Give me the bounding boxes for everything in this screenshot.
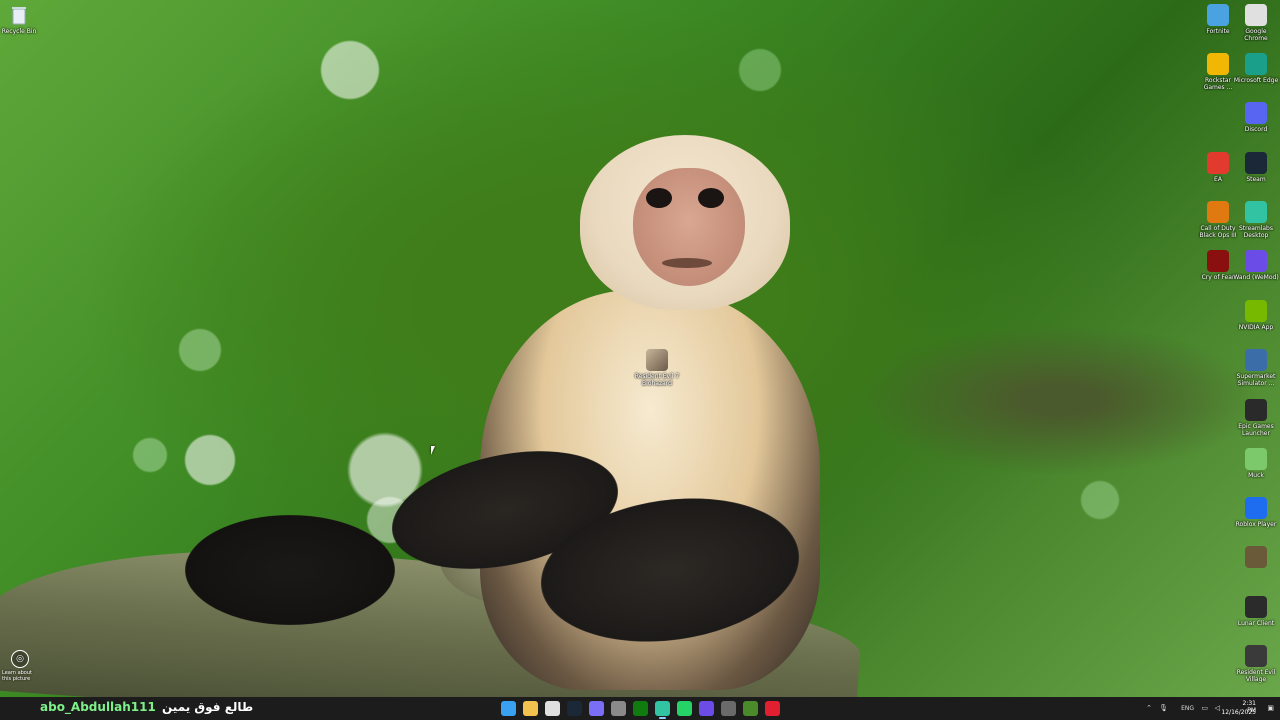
learn-about-picture-button[interactable]: ◎ Learn about this picture — [2, 650, 38, 682]
desktop-icon-label: Rockstar Games ... — [1203, 77, 1233, 91]
streamlabs-icon — [1245, 201, 1267, 223]
desktop-icon-label: NVIDIA App — [1238, 324, 1274, 331]
desktop-icon-label: Recycle Bin — [1, 28, 37, 35]
supermarket-icon — [1245, 349, 1267, 371]
desktop-icon-label: Roblox Player — [1235, 521, 1277, 528]
desktop-icon-roblox[interactable]: Roblox Player — [1233, 497, 1279, 528]
discord-icon — [1245, 102, 1267, 124]
mouse-cursor — [431, 446, 435, 455]
desktop-icon-label: Lunar Client — [1237, 620, 1275, 627]
steam-icon — [1245, 152, 1267, 174]
microphone-icon[interactable]: 🎙 — [1159, 704, 1168, 712]
desktop-icon-epic[interactable]: Epic Games Launcher — [1233, 399, 1279, 437]
desktop-icon-label: Resident Evil Village — [1236, 669, 1276, 683]
desktop-icon-label: Steam — [1246, 176, 1266, 183]
desktop-icon-nvidia[interactable]: NVIDIA App — [1233, 300, 1279, 331]
cry-of-fear-icon — [1207, 250, 1229, 272]
desktop-icon-label: Microsoft Edge — [1233, 77, 1279, 84]
taskbar-xbox-icon[interactable] — [633, 701, 648, 716]
desktop-icon-label: Resident Evil 7 Biohazard — [634, 373, 680, 387]
volume-icon[interactable]: ◁ — [1215, 704, 1220, 712]
desktop-icon-label: Discord — [1244, 126, 1268, 133]
desktop-icon-label: Wand (WeMod) — [1233, 274, 1279, 281]
desktop-icon-label: Cry of Fear — [1201, 274, 1235, 281]
notification-icon[interactable]: ▣ — [1267, 704, 1274, 712]
lunar-icon — [1245, 596, 1267, 618]
rockstar-icon — [1207, 53, 1229, 75]
desktop-icon-wand[interactable]: Wand (WeMod) — [1233, 250, 1279, 281]
desktop-icon-resident-evil-7[interactable]: Resident Evil 7 Biohazard — [634, 349, 680, 387]
desktop-icon-label: Epic Games Launcher — [1238, 423, 1274, 437]
desktop-icon-edge[interactable]: Microsoft Edge — [1233, 53, 1279, 84]
desktop-icon-label: Muck — [1248, 472, 1264, 479]
fortnite-icon — [1207, 4, 1229, 26]
desktop-icon-label: Streamlabs Desktop — [1239, 225, 1273, 239]
desktop-icon-recycle-bin[interactable]: Recycle Bin — [0, 4, 42, 35]
desktop-icon-discord[interactable]: Discord — [1233, 102, 1279, 133]
taskbar-settings-gear-icon[interactable] — [611, 701, 626, 716]
ea-icon — [1207, 152, 1229, 174]
epic-icon — [1245, 399, 1267, 421]
wallpaper-monkey-face — [633, 168, 745, 286]
taskbar-discord-icon[interactable] — [589, 701, 604, 716]
desktop-icon-chrome[interactable]: Google Chrome — [1233, 4, 1279, 42]
overlay-username-text: abo_Abdullah111 — [40, 700, 156, 714]
wand-icon — [1245, 250, 1267, 272]
desktop-icon-label: Fortnite — [1206, 28, 1230, 35]
desktop-icon-steam[interactable]: Steam — [1233, 152, 1279, 183]
learn-picture-label: Learn about this picture — [2, 670, 32, 682]
wallpaper-monkey-tail — [185, 515, 395, 625]
desktop-icon-re-village[interactable]: Resident Evil Village — [1233, 645, 1279, 683]
taskbar-minecraft-icon[interactable] — [743, 701, 758, 716]
edge-icon — [1245, 53, 1267, 75]
taskbar-wand-icon[interactable] — [699, 701, 714, 716]
desktop-icon-lunar[interactable]: Lunar Client — [1233, 596, 1279, 627]
taskbar-chrome-icon[interactable] — [545, 701, 560, 716]
taskbar-pinterest-icon[interactable] — [765, 701, 780, 716]
chrome-icon — [1245, 4, 1267, 26]
desktop-icon-muck[interactable]: Muck — [1233, 448, 1279, 479]
desktop-icon-label: EA — [1214, 176, 1222, 183]
desktop-icon-supermarket[interactable]: Supermarket Simulator ... — [1233, 349, 1279, 387]
language-indicator[interactable]: ENG — [1181, 705, 1194, 712]
taskbar-windows-start-icon[interactable] — [501, 701, 516, 716]
re-village-icon — [1245, 645, 1267, 667]
learn-picture-icon: ◎ — [11, 650, 29, 668]
chevron-up-icon[interactable]: ⌃ — [1146, 704, 1152, 712]
overlay-arabic-text: طالع فوق يمين — [162, 700, 254, 714]
resident-evil-7-icon — [646, 349, 668, 371]
desktop-icon-label: Google Chrome — [1244, 28, 1268, 42]
nvidia-icon — [1245, 300, 1267, 322]
roblox-icon — [1245, 497, 1267, 519]
game-icon — [1245, 546, 1267, 568]
desktop-icon-game[interactable] — [1233, 546, 1279, 570]
taskbar-whatsapp-icon[interactable] — [677, 701, 692, 716]
muck-icon — [1245, 448, 1267, 470]
wallpaper-monkey-mouth — [662, 258, 712, 268]
desktop-icon-label: Supermarket Simulator ... — [1236, 373, 1276, 387]
recycle-bin-icon — [8, 4, 30, 26]
taskbar-streamlabs-icon[interactable] — [655, 701, 670, 719]
network-icon[interactable]: ▭ — [1201, 704, 1208, 712]
taskbar: abo_Abdullah111 طالع فوق يمين ⌃ 🎙 ENG ▭ … — [0, 697, 1280, 720]
wallpaper-monkey-eye — [646, 188, 672, 208]
clock-date[interactable]: 12/16/2025 — [1221, 709, 1256, 716]
cod-icon — [1207, 201, 1229, 223]
desktop-icon-streamlabs[interactable]: Streamlabs Desktop — [1233, 201, 1279, 239]
taskbar-game-controller-icon[interactable] — [721, 701, 736, 716]
wallpaper-monkey-eye — [698, 188, 724, 208]
taskbar-file-explorer-icon[interactable] — [523, 701, 538, 716]
desktop-icon-label: Call of Duty Black Ops III — [1199, 225, 1237, 239]
taskbar-steam-icon[interactable] — [567, 701, 582, 716]
